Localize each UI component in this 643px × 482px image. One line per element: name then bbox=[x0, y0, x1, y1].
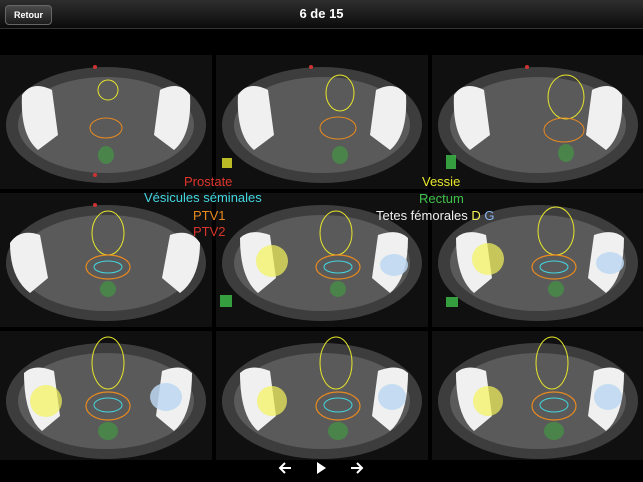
legend-tete-g: G bbox=[484, 208, 495, 223]
ct-slice[interactable] bbox=[432, 331, 643, 465]
legend-ptv1: PTV1 bbox=[193, 208, 226, 223]
legend-tetes-label: Tetes fémorales bbox=[376, 208, 468, 223]
arrow-right-icon[interactable] bbox=[350, 461, 364, 480]
legend-vesicules-seminales: Vésicules séminales bbox=[144, 190, 262, 205]
ct-slice[interactable] bbox=[216, 331, 428, 465]
legend-tetes-femorales: Tetes fémorales D G bbox=[376, 208, 495, 223]
top-bar: Retour 6 de 15 bbox=[0, 0, 643, 29]
ct-slice[interactable] bbox=[216, 55, 428, 189]
ct-slice[interactable] bbox=[0, 193, 212, 327]
legend-rectum: Rectum bbox=[419, 191, 464, 206]
legend-ptv2: PTV2 bbox=[193, 224, 226, 239]
page-title: 6 de 15 bbox=[299, 6, 344, 21]
legend-vessie: Vessie bbox=[422, 174, 461, 189]
ct-slice[interactable] bbox=[432, 55, 643, 189]
ct-scan-grid bbox=[0, 55, 643, 465]
play-icon[interactable] bbox=[315, 461, 327, 480]
legend-prostate: Prostate bbox=[184, 174, 233, 189]
legend-tete-d: D bbox=[471, 208, 481, 223]
arrow-left-icon[interactable] bbox=[278, 461, 292, 480]
ct-slice[interactable] bbox=[0, 55, 212, 189]
ct-slice[interactable] bbox=[0, 331, 212, 465]
